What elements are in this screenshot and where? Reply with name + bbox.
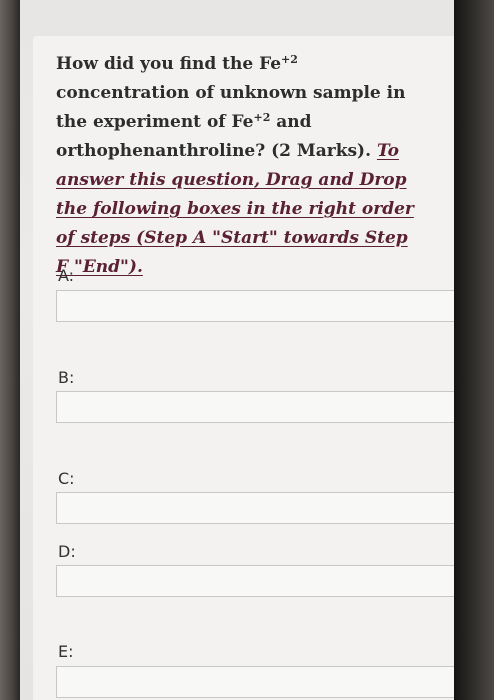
question-text: How did you find the Fe+2 concentration … <box>56 50 416 282</box>
step-a-label: A: <box>58 266 75 285</box>
charge-superscript-1: +2 <box>281 53 298 66</box>
question-part-1: How did you find the Fe <box>56 54 282 74</box>
step-c-label: C: <box>58 469 75 488</box>
device-bezel-right <box>454 0 494 700</box>
step-e-label: E: <box>58 642 74 661</box>
step-d-drop-zone[interactable] <box>56 565 454 597</box>
step-a-drop-zone[interactable] <box>56 290 454 322</box>
phone-screen: How did you find the Fe+2 concentration … <box>20 0 454 700</box>
question-part-2: concentration of unknown sample in the e… <box>56 83 406 132</box>
question-instruction: To answer this question, Drag and Drop t… <box>56 141 414 277</box>
step-d-label: D: <box>58 542 76 561</box>
charge-superscript-2: +2 <box>253 111 271 124</box>
step-b-drop-zone[interactable] <box>56 391 454 423</box>
step-e-drop-zone[interactable] <box>56 666 454 698</box>
device-bezel-left <box>0 0 20 700</box>
step-b-label: B: <box>58 368 75 387</box>
step-c-drop-zone[interactable] <box>56 492 454 524</box>
